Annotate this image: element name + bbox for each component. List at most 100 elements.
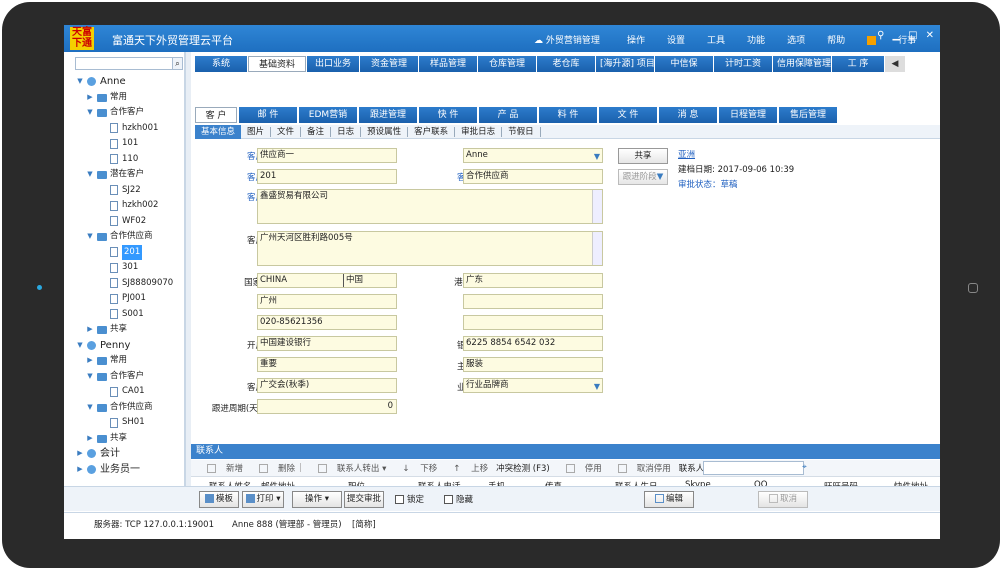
search-icon[interactable]: ⌕ — [172, 57, 183, 70]
menu-help[interactable]: 帮助 — [827, 33, 845, 46]
expand-icon[interactable]: ▶ — [86, 90, 94, 106]
main-product-field[interactable]: 服装 — [463, 357, 603, 372]
subsection-tab[interactable]: 基本信息 — [195, 124, 242, 139]
edit-button[interactable]: 编辑 — [644, 491, 694, 508]
tree-node[interactable]: ▶ 共享 — [64, 322, 185, 338]
close-icon[interactable]: ✕ — [926, 30, 934, 41]
section-tab[interactable]: 日程管理 — [719, 107, 777, 123]
country-field[interactable]: CHINA 中国 — [257, 273, 397, 288]
module-tab[interactable]: 信用保障管理 — [773, 56, 831, 72]
type-field[interactable]: 合作供应商 — [463, 169, 603, 184]
bank-field[interactable]: 中国建设银行 — [257, 336, 397, 351]
tree-node[interactable]: ▼ 合作供应商 — [64, 400, 185, 416]
port-field[interactable]: 广东 — [463, 273, 603, 288]
tree-node[interactable]: ▶ 会计 — [64, 446, 185, 462]
tree-node[interactable]: SJ22 — [64, 183, 185, 199]
lock-checkbox[interactable] — [395, 495, 404, 504]
operate-button[interactable]: 操作 ▾ — [292, 491, 342, 508]
section-tab[interactable]: 料 件 — [539, 107, 597, 123]
module-tab[interactable]: 计时工资 — [714, 56, 772, 72]
expand-icon[interactable]: ▶ — [86, 431, 94, 447]
tree-node[interactable]: ▶ 共享 — [64, 431, 185, 447]
share-button[interactable]: 共享 — [618, 148, 668, 164]
module-tab[interactable]: 样品管理 — [419, 56, 477, 72]
zip-field[interactable] — [463, 294, 603, 309]
tree-node[interactable]: 110 — [64, 152, 185, 168]
tree-node[interactable]: PJ001 — [64, 291, 185, 307]
expand-icon[interactable]: ▶ — [86, 322, 94, 338]
module-tab[interactable]: 仓库管理 — [478, 56, 536, 72]
tree-node[interactable]: ▼ 合作客户 — [64, 105, 185, 121]
cancel-button[interactable]: 取消 — [758, 491, 808, 508]
disable-button[interactable]: 停用 — [558, 462, 602, 474]
section-tab[interactable]: 文 件 — [599, 107, 657, 123]
source-field[interactable]: 广交会(秋季) — [257, 378, 397, 393]
module-tab[interactable]: 中信保 — [655, 56, 713, 72]
menu-options[interactable]: 选项 — [787, 33, 805, 46]
tree-node[interactable]: 301 — [64, 260, 185, 276]
module-tab[interactable]: 老仓库 — [537, 56, 595, 72]
collapse-icon[interactable]: ▼ — [86, 369, 94, 385]
collapse-icon[interactable]: ▼ — [86, 400, 94, 416]
tree-node[interactable]: CA01 — [64, 384, 185, 400]
menu-functions[interactable]: 功能 — [747, 33, 765, 46]
contacts-search-input[interactable] — [703, 461, 804, 475]
tree-node[interactable]: ▶ 常用 — [64, 90, 185, 106]
subsection-tab[interactable]: 文件 — [271, 126, 302, 137]
section-tab[interactable]: EDM营销 — [299, 107, 357, 123]
tree-node[interactable]: S001 — [64, 307, 185, 323]
tree-node[interactable]: SJ88809070 — [64, 276, 185, 292]
pin-icon[interactable]: ⚲ — [877, 30, 884, 41]
region-link[interactable]: 亚洲 — [678, 148, 695, 160]
follow-stage-button[interactable]: 跟进阶段▼ — [618, 169, 668, 185]
fax-field[interactable] — [463, 315, 603, 330]
collapse-icon[interactable]: ▼ — [76, 338, 84, 354]
section-tab[interactable]: 售后管理 — [779, 107, 837, 123]
city-field[interactable]: 广州 — [257, 294, 397, 309]
add-contact-button[interactable]: 新增 — [199, 462, 243, 474]
tree-node[interactable]: ▼ Anne — [64, 74, 185, 90]
tree-node[interactable]: hzkh001 — [64, 121, 185, 137]
tree-node[interactable]: ▼ 合作客户 — [64, 369, 185, 385]
hide-checkbox[interactable] — [444, 495, 453, 504]
grade-field[interactable]: 重要 — [257, 357, 397, 372]
collapse-icon[interactable]: ▼ — [86, 167, 94, 183]
module-tab[interactable]: 出口业务 — [307, 56, 359, 72]
subsection-tab[interactable]: 预设属性 — [361, 126, 409, 137]
tree-node[interactable]: hzkh002 — [64, 198, 185, 214]
section-tab[interactable]: 邮 件 — [239, 107, 297, 123]
module-tab[interactable]: 系统 — [195, 56, 247, 72]
follow-cycle-field[interactable]: 0 — [257, 399, 397, 414]
menu-settings[interactable]: 设置 — [667, 33, 685, 46]
tree-search-input[interactable] — [75, 57, 174, 70]
module-tab[interactable]: [海升源] 项目 — [596, 56, 655, 72]
tree-node[interactable]: SH01 — [64, 415, 185, 431]
move-down-button[interactable]: ↓ 下移 — [394, 462, 437, 474]
move-up-button[interactable]: ↑ 上移 — [445, 462, 488, 474]
location-icon[interactable]: ⌖ — [802, 462, 807, 472]
salesman-select[interactable]: Anne ▼ — [463, 148, 603, 163]
delete-contact-button[interactable]: 删除 — [251, 462, 295, 474]
tree-node[interactable]: ▼ 合作供应商 — [64, 229, 185, 245]
tree-node[interactable]: ▶ 业务员一 — [64, 462, 185, 478]
tree-node[interactable]: WF02 — [64, 214, 185, 230]
section-tab[interactable]: 跟进管理 — [359, 107, 417, 123]
transfer-contact-button[interactable]: 联系人转出 ▾ — [310, 462, 386, 474]
subsection-tab[interactable]: 节假日 — [502, 126, 541, 137]
phone-field[interactable]: 020-85621356 — [257, 315, 397, 330]
enable-button[interactable]: 取消停用 — [610, 462, 671, 474]
subsection-tab[interactable]: 客户联系 — [408, 126, 456, 137]
account-field[interactable]: 6225 8854 6542 032 — [463, 336, 603, 351]
subsection-tab[interactable]: 日志 — [331, 126, 362, 137]
subsection-tab[interactable]: 备注 — [301, 126, 332, 137]
section-tab[interactable]: 消 息 — [659, 107, 717, 123]
collapse-icon[interactable]: ▼ — [86, 229, 94, 245]
expand-icon[interactable]: ▶ — [76, 462, 84, 478]
print-button[interactable]: 打印 ▾ — [242, 491, 284, 508]
subsection-tab[interactable]: 图片 — [241, 126, 272, 137]
address-scrollbar[interactable] — [592, 232, 602, 265]
subsection-tab[interactable]: 审批日志 — [455, 126, 503, 137]
section-tab[interactable]: 快 件 — [419, 107, 477, 123]
short-name-field[interactable]: 供应商一 — [257, 148, 397, 163]
tree-node[interactable]: ▼ 潜在客户 — [64, 167, 185, 183]
